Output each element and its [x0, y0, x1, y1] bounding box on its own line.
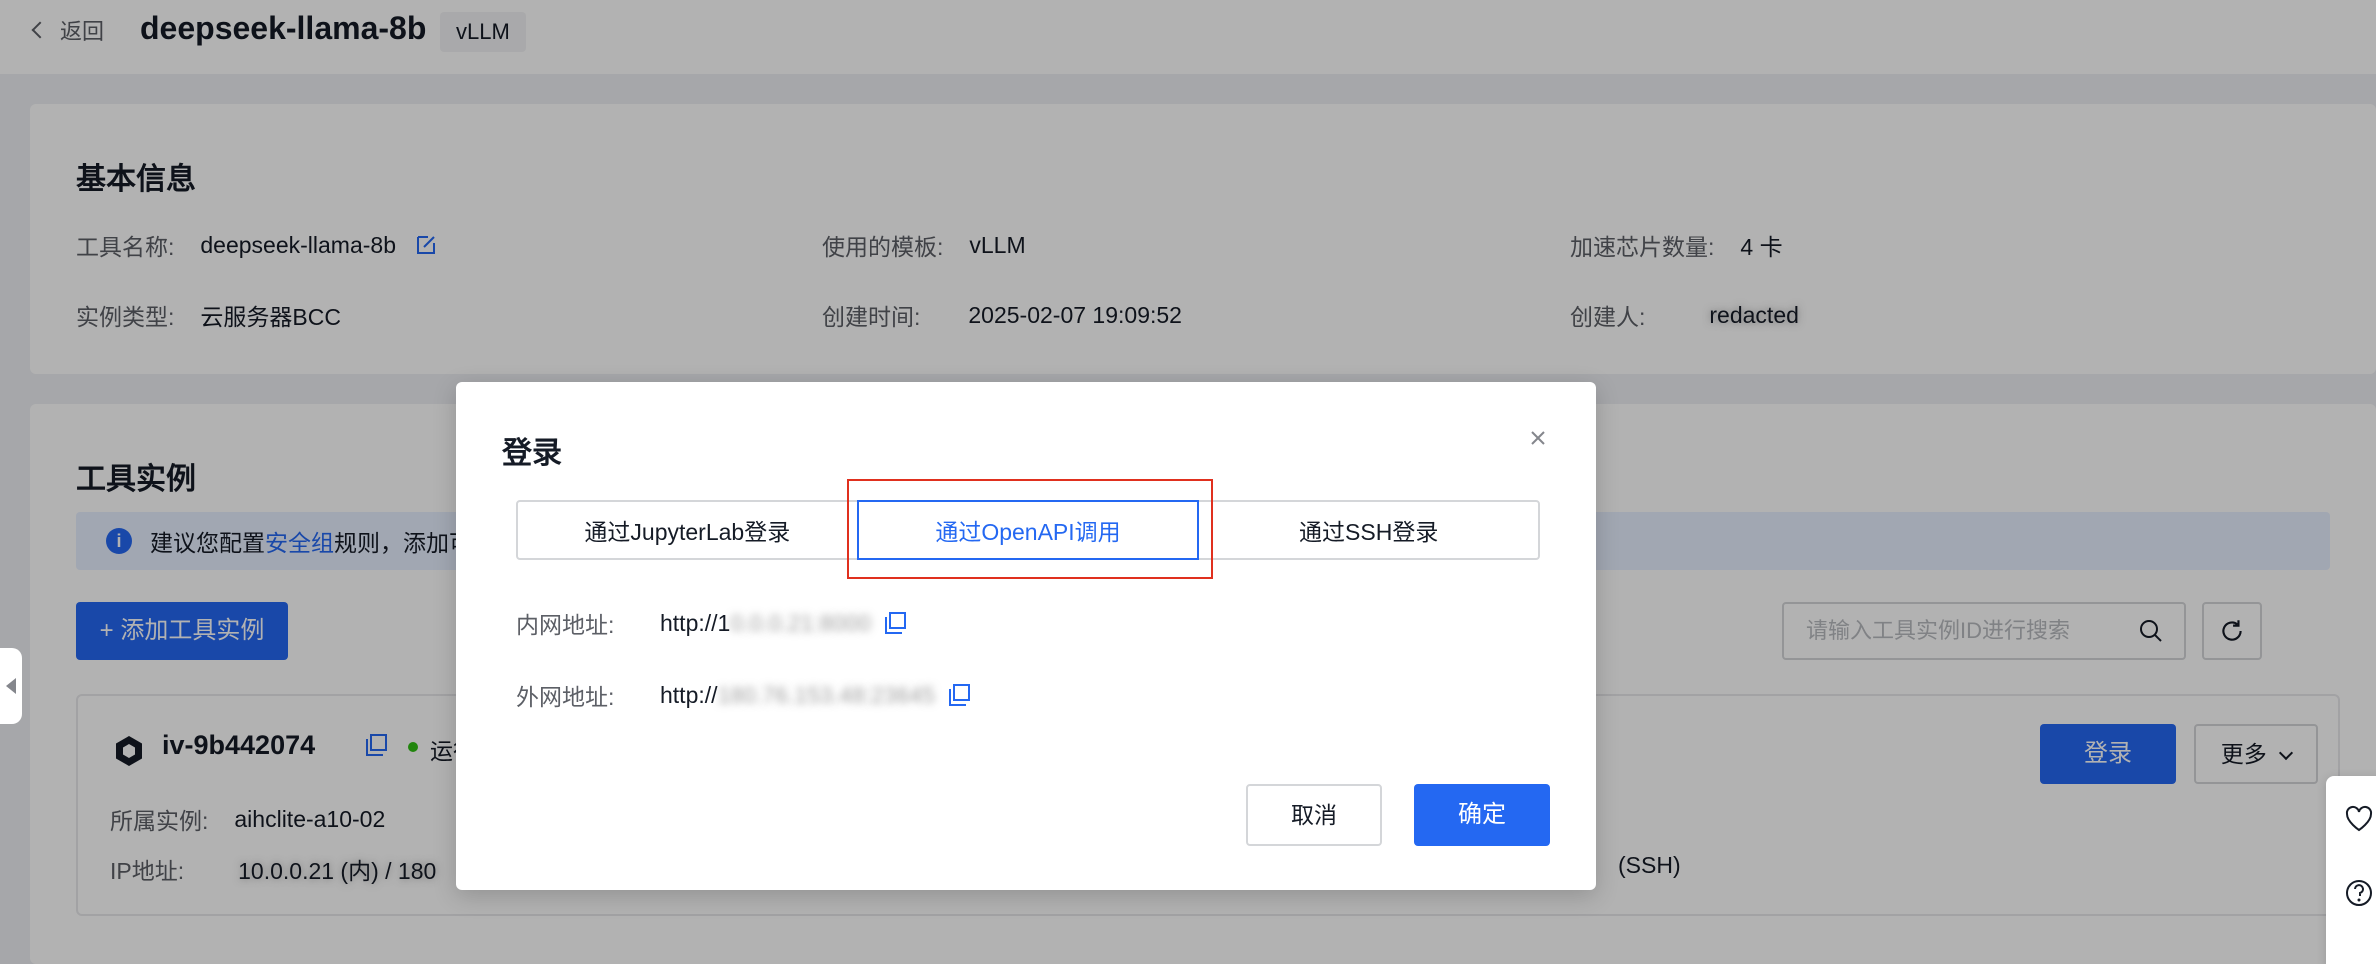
login-method-tabs: 通过JupyterLab登录 通过OpenAPI调用 通过SSH登录 [516, 500, 1540, 560]
ok-button[interactable]: 确定 [1414, 784, 1550, 846]
external-address-value: http://180.76.153.48:23645 [660, 681, 935, 708]
sidebar-toggle[interactable] [0, 648, 22, 724]
login-dialog: 登录 通过JupyterLab登录 通过OpenAPI调用 通过SSH登录 内网… [456, 382, 1596, 890]
floating-toolbar [2326, 776, 2376, 964]
copy-icon[interactable] [883, 610, 909, 636]
external-address-label: 外网地址: [516, 684, 615, 710]
help-icon[interactable] [2344, 878, 2374, 908]
dialog-title: 登录 [502, 437, 562, 470]
heart-icon[interactable] [2344, 804, 2374, 834]
cancel-button[interactable]: 取消 [1246, 784, 1382, 846]
caret-left-icon [6, 678, 16, 694]
internal-address-label: 内网地址: [516, 612, 615, 638]
external-address-row: 外网地址: http://180.76.153.48:23645 [516, 678, 973, 712]
internal-address-value: http://10.0.0.21:8000 [660, 609, 872, 636]
page: 返回 deepseek-llama-8b vLLM 基本信息 工具名称: dee… [0, 0, 2376, 964]
tab-jupyterlab[interactable]: 通过JupyterLab登录 [518, 502, 857, 558]
copy-icon[interactable] [947, 682, 973, 708]
internal-address-row: 内网地址: http://10.0.0.21:8000 [516, 606, 909, 640]
close-icon[interactable] [1526, 426, 1550, 450]
tab-ssh[interactable]: 通过SSH登录 [1199, 502, 1538, 558]
tab-openapi[interactable]: 通过OpenAPI调用 [856, 500, 1200, 560]
